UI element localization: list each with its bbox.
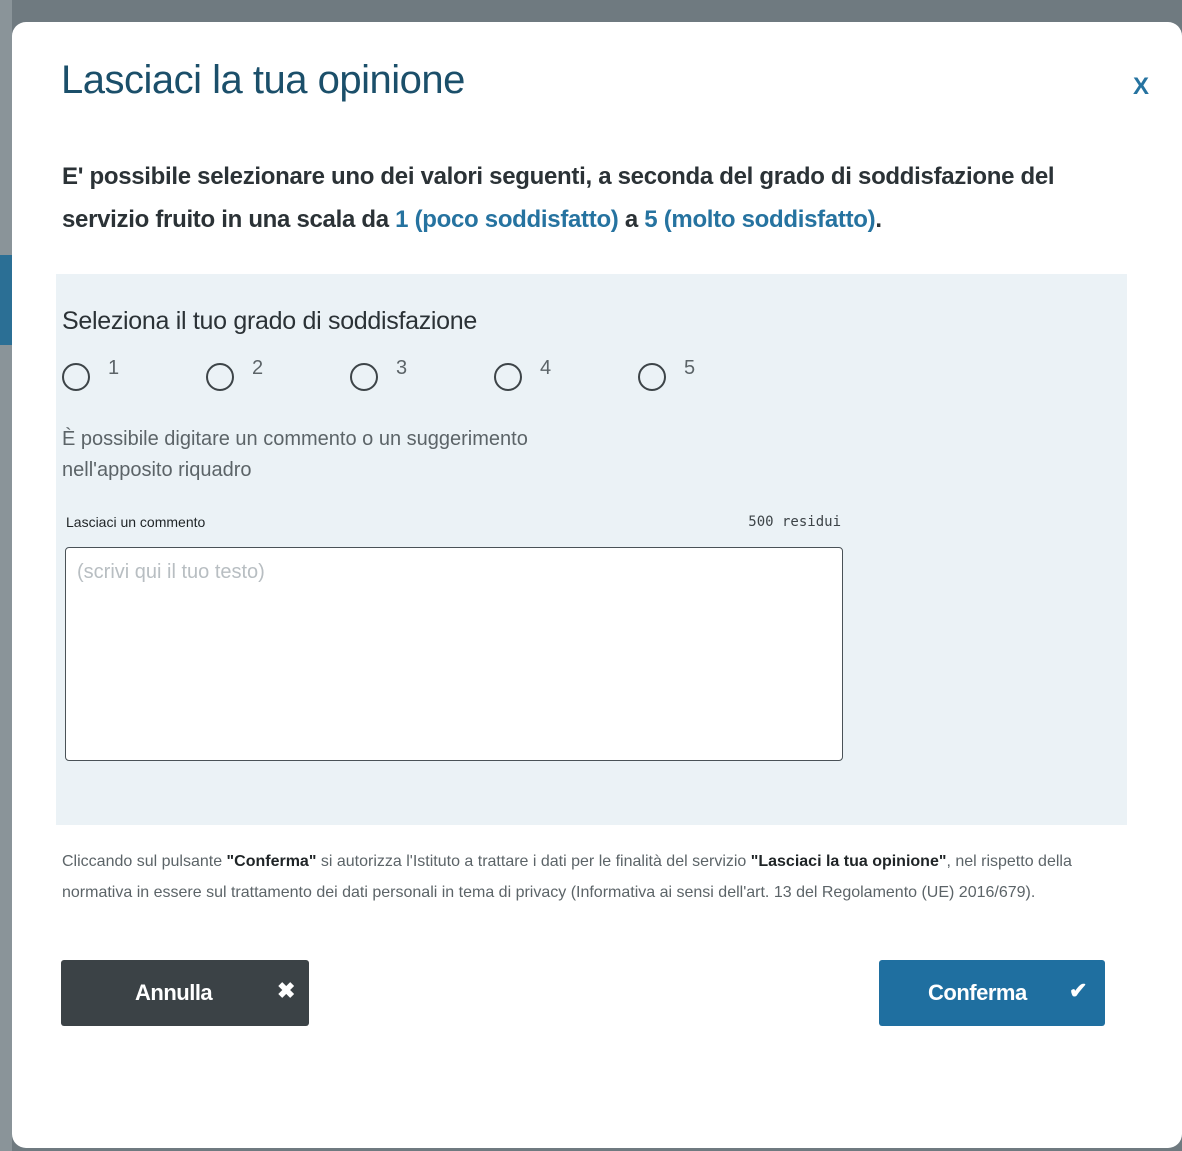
radio-circle[interactable] — [62, 363, 90, 391]
background-accent — [0, 255, 12, 345]
privacy-notice: Cliccando sul pulsante "Conferma" si aut… — [62, 846, 1122, 908]
dialog-intro: E' possibile selezionare uno dei valori … — [62, 155, 1122, 241]
comment-hint: È possibile digitare un commento o un su… — [62, 428, 528, 481]
privacy-service-ref: "Lasciaci la tua opinione" — [750, 853, 947, 870]
rating-option-label: 2 — [252, 357, 264, 379]
rating-option-label: 1 — [108, 357, 120, 379]
cancel-button-label: Annulla — [135, 980, 213, 1005]
confirm-button-label: Conferma — [928, 980, 1027, 1005]
confirm-button[interactable]: Conferma ✔ — [879, 960, 1105, 1026]
rating-option-label: 5 — [684, 357, 696, 379]
rating-option-label: 3 — [396, 357, 408, 379]
background-page — [0, 0, 12, 1151]
intro-high-value: 5 (molto soddisfatto) — [644, 206, 876, 233]
intro-middle-text: a — [618, 206, 645, 233]
close-button[interactable]: X — [1129, 72, 1153, 102]
comment-label: Lasciaci un commento — [66, 514, 206, 530]
privacy-confirm-ref: "Conferma" — [226, 853, 317, 870]
radio-circle[interactable] — [494, 363, 522, 391]
close-x-icon: ✖ — [277, 978, 296, 1003]
cancel-button[interactable]: Annulla ✖ — [61, 960, 309, 1026]
privacy-text: Cliccando sul pulsante — [62, 853, 227, 870]
radio-circle[interactable] — [350, 363, 378, 391]
radio-circle[interactable] — [206, 363, 234, 391]
character-counter: 500 residui — [748, 514, 841, 530]
rating-option-label: 4 — [540, 357, 552, 379]
dialog-title: Lasciaci la tua opinione — [61, 58, 465, 102]
comment-textarea[interactable] — [65, 547, 843, 761]
feedback-dialog: Lasciaci la tua opinione X E' possibile … — [12, 22, 1182, 1148]
checkmark-icon: ✔ — [1069, 978, 1088, 1003]
privacy-text: si autorizza l'Istituto a trattare i dat… — [316, 853, 751, 870]
intro-low-value: 1 (poco soddisfatto) — [395, 206, 619, 233]
intro-end: . — [875, 206, 882, 233]
rating-radio-group: 1 2 3 4 5 — [62, 357, 762, 394]
rating-heading: Seleziona il tuo grado di soddisfazione — [62, 307, 477, 335]
rating-panel: Seleziona il tuo grado di soddisfazione … — [56, 274, 1127, 825]
radio-circle[interactable] — [638, 363, 666, 391]
